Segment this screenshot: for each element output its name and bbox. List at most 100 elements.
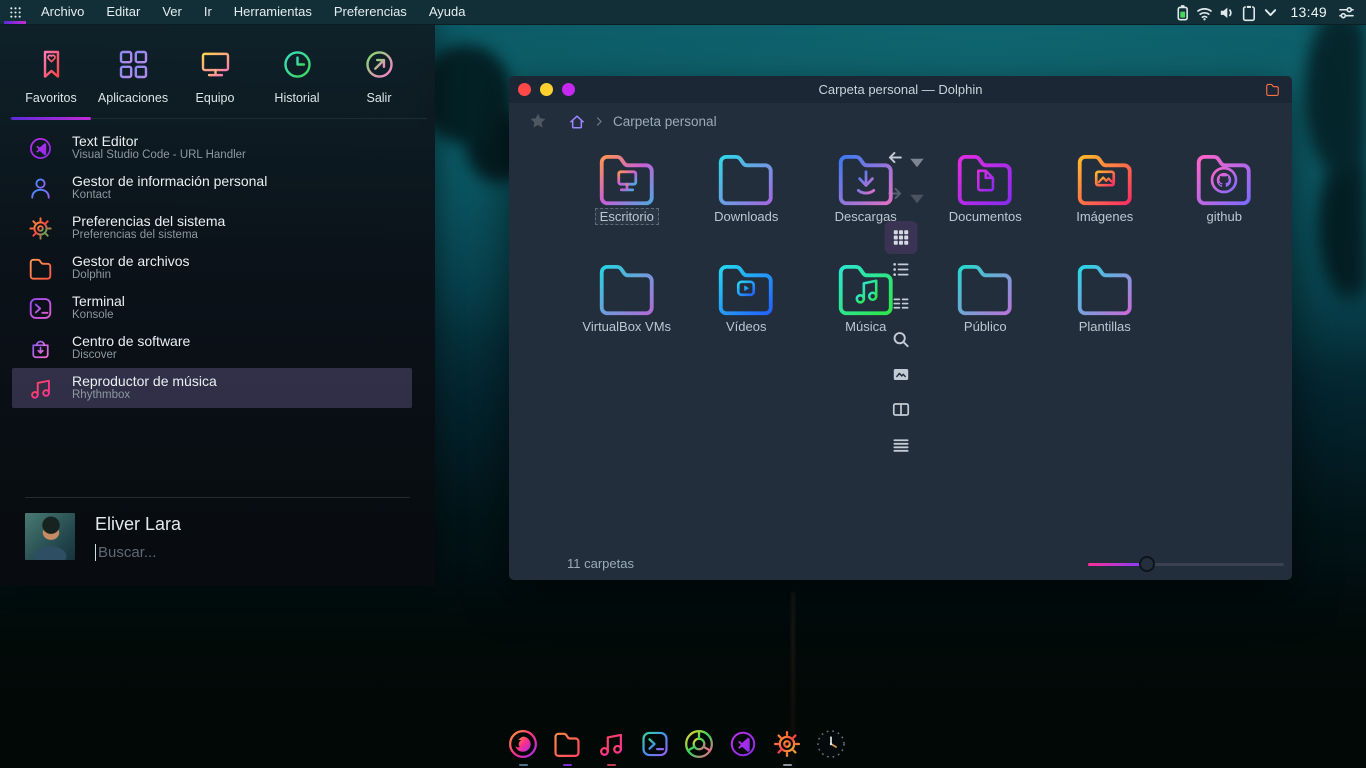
folder-label: Público (959, 318, 1012, 335)
zoom-slider[interactable] (1088, 556, 1284, 572)
dock-chrome[interactable] (682, 727, 716, 767)
breadcrumb[interactable]: Carpeta personal (613, 114, 717, 129)
favorites-list: Text EditorVisual Studio Code - URL Hand… (12, 128, 412, 408)
dock-firefox[interactable] (506, 727, 540, 767)
text-cursor (95, 544, 96, 561)
folder-videos[interactable]: Vídeos (687, 256, 807, 366)
tab-historial[interactable]: Historial (256, 32, 338, 118)
menu-archivo[interactable]: Archivo (30, 0, 95, 24)
menu-herramientas[interactable]: Herramientas (223, 0, 323, 24)
gear-icon (770, 727, 804, 761)
folder-documentos[interactable]: Documentos (926, 146, 1046, 256)
menu-ver[interactable]: Ver (151, 0, 193, 24)
discover-icon (26, 334, 55, 363)
item-subtitle: Visual Studio Code - URL Handler (72, 149, 246, 163)
folder-icon (952, 258, 1018, 318)
active-indicator (4, 21, 26, 24)
folder-plantillas[interactable]: Plantillas (1045, 256, 1165, 366)
item-subtitle: Konsole (72, 309, 125, 323)
window-buttons (509, 83, 575, 96)
sliders-icon[interactable] (1337, 3, 1356, 22)
menu-icon (891, 436, 910, 455)
search-field (95, 544, 348, 561)
tab-equipo[interactable]: Equipo (174, 32, 256, 118)
tool-preview[interactable] (891, 365, 910, 384)
app-launcher-button[interactable] (0, 0, 30, 24)
active-tab-indicator (11, 117, 91, 120)
launcher-item-discover[interactable]: Centro de softwareDiscover (12, 328, 412, 368)
item-subtitle: Discover (72, 349, 190, 363)
minimize-button[interactable] (540, 83, 553, 96)
item-subtitle: Rhythmbox (72, 389, 217, 403)
folder-musica[interactable]: Música (806, 256, 926, 366)
system-tray: 13:49 (1173, 3, 1366, 22)
dock-folder[interactable] (550, 727, 584, 767)
wifi-icon[interactable] (1195, 3, 1214, 22)
dock-vscode[interactable] (726, 727, 760, 767)
folder-escritorio[interactable]: Escritorio (567, 146, 687, 256)
bookmark-star-icon[interactable] (529, 112, 547, 130)
folder-label: github (1202, 208, 1247, 225)
chevron-down-icon[interactable] (1261, 3, 1280, 22)
search-input[interactable] (98, 544, 348, 561)
close-button[interactable] (518, 83, 531, 96)
item-subtitle: Dolphin (72, 269, 190, 283)
gear-icon (26, 214, 55, 243)
slider-handle[interactable] (1139, 556, 1155, 572)
vscode-icon (26, 134, 55, 163)
dock-music-note[interactable] (594, 727, 628, 767)
folder-descargas[interactable]: Descargas (806, 146, 926, 256)
menu-editar[interactable]: Editar (95, 0, 151, 24)
vscode-icon (726, 727, 760, 761)
item-title: Reproductor de música (72, 373, 217, 390)
battery-icon[interactable] (1173, 3, 1192, 22)
dock-gear[interactable] (770, 727, 804, 767)
history-icon (279, 46, 316, 83)
menu-preferencias[interactable]: Preferencias (323, 0, 418, 24)
clipboard-icon[interactable] (1239, 3, 1258, 22)
tab-favoritos[interactable]: Favoritos (10, 32, 92, 118)
menu-ayuda[interactable]: Ayuda (418, 0, 477, 24)
tool-menu[interactable] (891, 436, 910, 455)
folder-grid: EscritorioDownloadsDescargasDocumentosIm… (567, 146, 1284, 366)
launcher-item-visual-studio-code-url-handler[interactable]: Text EditorVisual Studio Code - URL Hand… (12, 128, 412, 168)
dock (506, 727, 848, 767)
tab-aplicaciones[interactable]: Aplicaciones (92, 32, 174, 118)
launcher-item-konsole[interactable]: TerminalKonsole (12, 288, 412, 328)
clock[interactable]: 13:49 (1290, 4, 1327, 20)
volume-icon[interactable] (1217, 3, 1236, 22)
maximize-button[interactable] (562, 83, 575, 96)
dock-terminal[interactable] (638, 727, 672, 767)
tab-salir[interactable]: Salir (338, 32, 420, 118)
folder-imagenes[interactable]: Imágenes (1045, 146, 1165, 256)
folder-icon (594, 258, 660, 318)
folder-label: Plantillas (1074, 318, 1136, 335)
folder-icon (952, 148, 1018, 208)
item-title: Terminal (72, 293, 125, 310)
folder-virtualbox-vms[interactable]: VirtualBox VMs (567, 256, 687, 366)
user-avatar[interactable] (25, 513, 75, 560)
terminal-icon (26, 294, 55, 323)
split-icon (891, 400, 910, 419)
folder-downloads[interactable]: Downloads (687, 146, 807, 256)
folder-icon (833, 258, 899, 318)
dock-clock[interactable] (814, 727, 848, 767)
window-titlebar[interactable]: Carpeta personal — Dolphin (509, 76, 1292, 103)
home-icon[interactable] (568, 113, 586, 131)
folder-github[interactable]: github (1165, 146, 1285, 256)
preview-icon (891, 365, 910, 384)
launcher-item-rhythmbox[interactable]: Reproductor de músicaRhythmbox (12, 368, 412, 408)
divider (25, 497, 410, 498)
launcher-item-kontact[interactable]: Gestor de información personalKontact (12, 168, 412, 208)
tool-split[interactable] (891, 400, 910, 419)
folder-label: Música (840, 318, 891, 335)
item-title: Centro de software (72, 333, 190, 350)
folder-icon (550, 727, 584, 761)
wallpaper-trees (1284, 10, 1366, 340)
launcher-item-dolphin[interactable]: Gestor de archivosDolphin (12, 248, 412, 288)
terminal-icon (638, 727, 672, 761)
menu-ir[interactable]: Ir (193, 0, 223, 24)
tab-label: Salir (366, 91, 391, 105)
launcher-item-preferencias-del-sistema[interactable]: Preferencias del sistemaPreferencias del… (12, 208, 412, 248)
folder-publico[interactable]: Público (926, 256, 1046, 366)
